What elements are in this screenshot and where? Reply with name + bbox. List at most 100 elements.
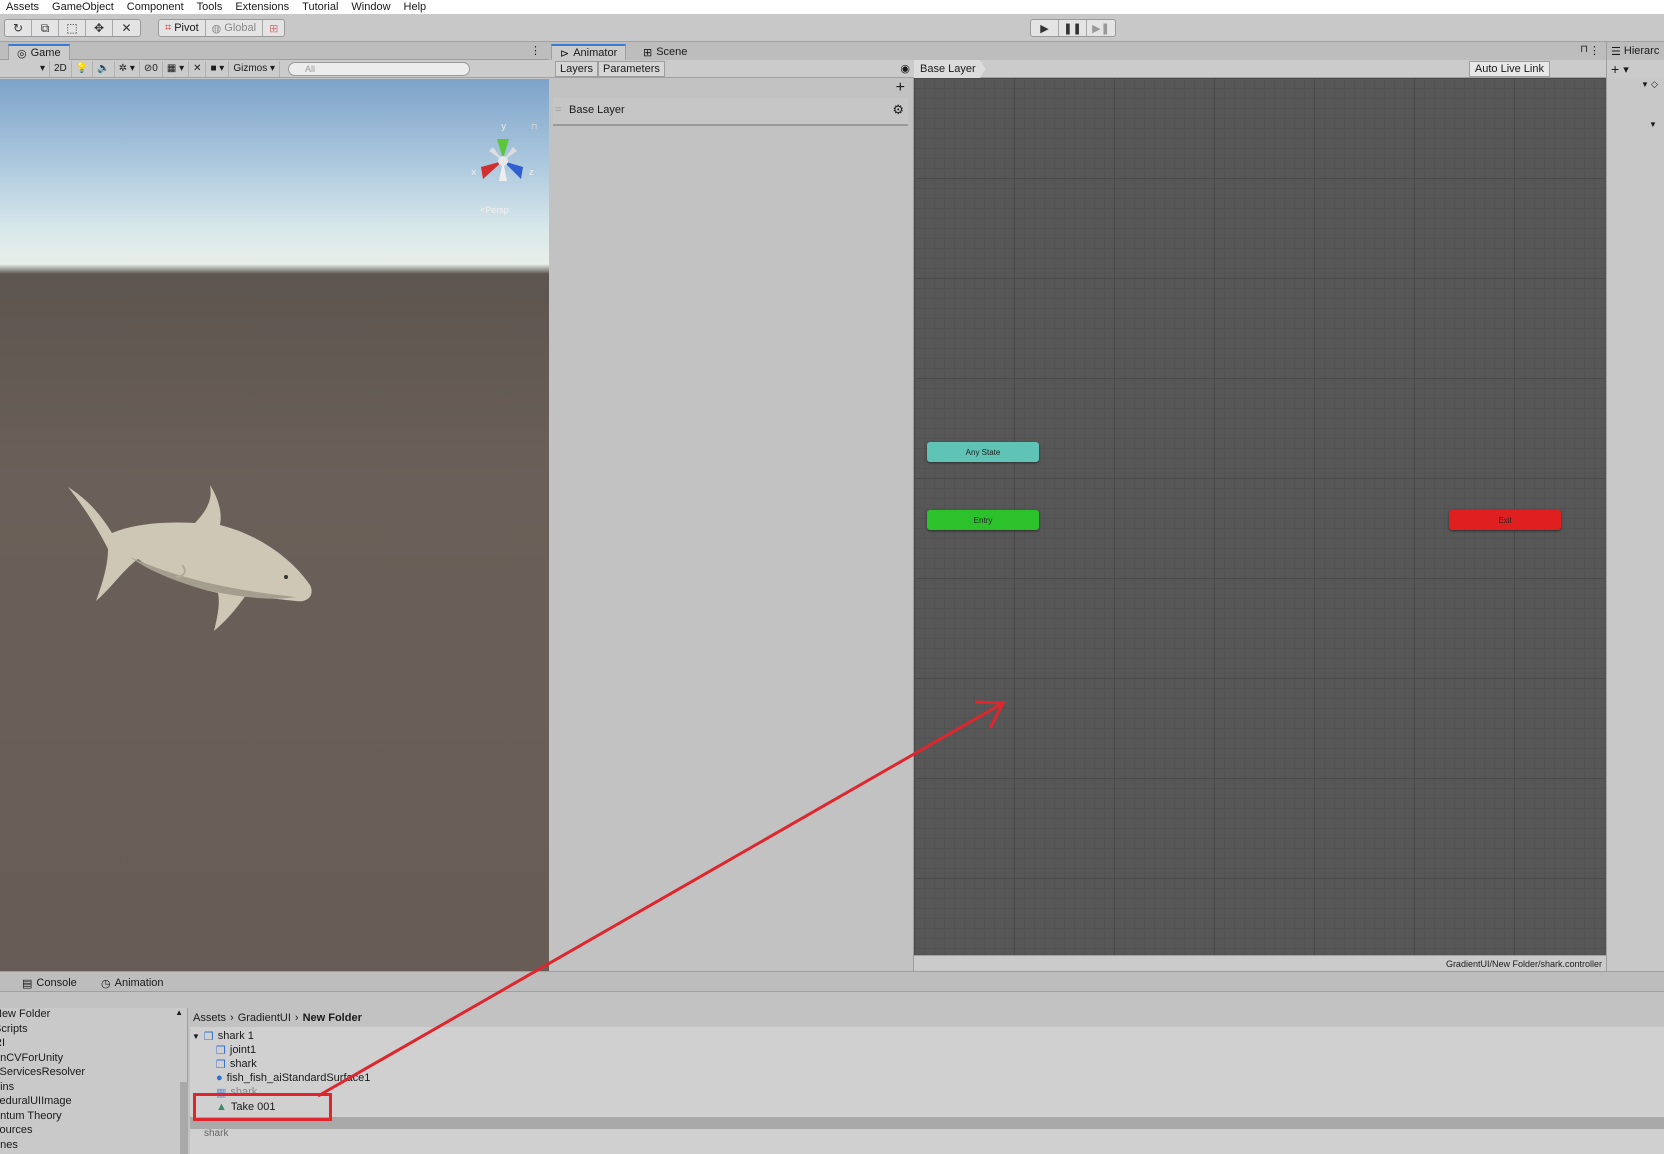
grid-snap-button[interactable]: ⊞ bbox=[263, 20, 284, 36]
tab-console[interactable]: ▤ Console bbox=[14, 975, 85, 991]
tools-toggle[interactable]: ✕ bbox=[189, 60, 207, 77]
tab-animation[interactable]: ◷ Animation bbox=[93, 975, 172, 991]
grid-icon: ▦ ▾ bbox=[166, 63, 185, 74]
expand-arrow-icon[interactable]: ▼ bbox=[1641, 80, 1649, 89]
scene-search-input[interactable]: All bbox=[288, 61, 471, 76]
transform-icon: ✥ bbox=[93, 21, 105, 35]
eye-icon[interactable]: ◉ bbox=[900, 62, 910, 75]
step-button[interactable]: ▶❚ bbox=[1087, 20, 1115, 36]
asset-shark-parent[interactable]: ▼ ❒ shark 1 bbox=[192, 1029, 254, 1043]
asset-joint[interactable]: ❒ joint1 bbox=[216, 1043, 256, 1057]
animator-panel: ⊳ Animator ⊞ Scene ⊓ ⋮ Layers Parameters… bbox=[549, 42, 1606, 971]
add-layer-button[interactable]: + bbox=[896, 79, 905, 97]
state-machine-graph[interactable]: Any State Entry Exit bbox=[914, 78, 1606, 955]
grid-toggle[interactable]: ▦ ▾ bbox=[163, 60, 190, 77]
asset-breadcrumb: Assets › GradientUI › New Folder bbox=[193, 1010, 362, 1026]
layer-row-base[interactable]: = Base Layer ⚙ bbox=[553, 98, 908, 126]
expand-arrow-icon[interactable]: ▼ bbox=[1649, 120, 1657, 129]
folder-item[interactable]: sources bbox=[0, 1124, 187, 1139]
tab-hierarchy[interactable]: ☰ Hierarc bbox=[1607, 42, 1664, 60]
audio-toggle[interactable]: 🔈 bbox=[93, 60, 115, 77]
breadcrumb[interactable]: Base Layer bbox=[914, 60, 986, 78]
layer-name: Base Layer bbox=[569, 104, 625, 116]
global-button[interactable]: ◍ Global bbox=[206, 20, 264, 36]
persp-label[interactable]: <Persp bbox=[480, 205, 509, 215]
drag-handle-icon[interactable]: = bbox=[555, 104, 561, 116]
toggle-2d-button[interactable]: 2D bbox=[50, 60, 72, 77]
panel-menu-icon[interactable]: ⋮ bbox=[1589, 44, 1600, 57]
playback-controls: ▶ ❚❚ ▶❚ bbox=[1030, 19, 1116, 37]
game-viewport[interactable]: y x z ⊓ <Persp bbox=[0, 79, 549, 971]
state-exit[interactable]: Exit bbox=[1449, 510, 1561, 530]
expand-arrow-icon[interactable]: ▼ bbox=[192, 1032, 200, 1041]
tab-layers[interactable]: Layers bbox=[555, 61, 599, 77]
folder-item[interactable]: New Folder bbox=[0, 1008, 187, 1023]
menu-window[interactable]: Window bbox=[351, 1, 390, 13]
breadcrumb-gradientui[interactable]: GradientUI bbox=[238, 1012, 291, 1024]
vertical-scrollbar[interactable] bbox=[180, 1082, 188, 1154]
folder-item[interactable]: gins bbox=[0, 1081, 187, 1096]
asset-shark[interactable]: ❒ shark bbox=[216, 1057, 257, 1071]
scroll-up-icon[interactable]: ▲ bbox=[175, 1008, 183, 1017]
asset-list: ▼ ❒ shark 1 ❒ joint1 ❒ shark ● fish_fish… bbox=[190, 1027, 1664, 1154]
game-tabstrip: ◎ Game ⋮ bbox=[0, 42, 549, 60]
pause-button[interactable]: ❚❚ bbox=[1059, 20, 1087, 36]
lock-icon[interactable]: ⊓ bbox=[1580, 44, 1588, 55]
folder-item[interactable]: yServicesResolver bbox=[0, 1066, 187, 1081]
state-entry[interactable]: Entry bbox=[927, 510, 1039, 530]
material-sphere-icon: ● bbox=[216, 1072, 223, 1084]
transform-tool-button[interactable]: ✥ bbox=[86, 20, 113, 36]
add-object-button[interactable]: + bbox=[1611, 61, 1619, 77]
rotate-tool-button[interactable]: ↻ bbox=[5, 20, 32, 36]
breadcrumb-new-folder[interactable]: New Folder bbox=[303, 1012, 362, 1024]
folder-item[interactable]: RI bbox=[0, 1037, 187, 1052]
lock-icon[interactable]: ⊓ bbox=[531, 122, 537, 131]
hierarchy-tree[interactable]: ▼ ◇ ▼ bbox=[1607, 78, 1664, 971]
auto-live-link-button[interactable]: Auto Live Link bbox=[1468, 61, 1550, 77]
tab-animator[interactable]: ⊳ Animator bbox=[551, 44, 627, 60]
breadcrumb-assets[interactable]: Assets bbox=[193, 1012, 226, 1024]
tab-game[interactable]: ◎ Game bbox=[8, 44, 70, 60]
menu-help[interactable]: Help bbox=[404, 1, 427, 13]
chevron-down-icon[interactable]: ▾ bbox=[1623, 63, 1629, 76]
orientation-gizmo[interactable]: y x z ⊓ bbox=[463, 121, 543, 201]
horizontal-scrollbar[interactable] bbox=[190, 1117, 1664, 1129]
menu-assets[interactable]: Assets bbox=[6, 1, 39, 13]
effects-toggle[interactable]: ✲ ▾ bbox=[115, 60, 140, 77]
menu-component[interactable]: Component bbox=[127, 1, 184, 13]
camera-dropdown[interactable]: ■ ▾ bbox=[206, 60, 230, 77]
tab-parameters[interactable]: Parameters bbox=[598, 61, 665, 77]
folder-item[interactable]: antum Theory bbox=[0, 1110, 187, 1125]
scene-icon: ◇ bbox=[1651, 79, 1658, 89]
chevron-down-icon: ▾ bbox=[39, 63, 45, 74]
menu-extensions[interactable]: Extensions bbox=[235, 1, 289, 13]
menu-gameobject[interactable]: GameObject bbox=[52, 1, 114, 13]
grid-snap-icon: ⊞ bbox=[269, 22, 279, 35]
menu-tools[interactable]: Tools bbox=[197, 1, 223, 13]
state-any-state[interactable]: Any State bbox=[927, 442, 1039, 462]
gamepad-icon: ◎ bbox=[17, 47, 27, 60]
play-button[interactable]: ▶ bbox=[1031, 20, 1059, 36]
pivot-button[interactable]: ⌗ Pivot bbox=[159, 20, 206, 36]
hidden-objects-toggle[interactable]: ⊘ 0 bbox=[140, 60, 163, 77]
tab-scene[interactable]: ⊞ Scene bbox=[635, 44, 695, 60]
menu-bar: Assets GameObject Component Tools Extens… bbox=[0, 0, 1664, 14]
animator-icon: ⊳ bbox=[560, 47, 570, 60]
scale-tool-button[interactable]: ⧉ bbox=[32, 20, 59, 36]
custom-tool-button[interactable]: ✕ bbox=[113, 20, 140, 36]
console-icon: ▤ bbox=[22, 977, 33, 990]
gizmos-dropdown[interactable]: Gizmos ▾ bbox=[229, 60, 281, 77]
shading-dropdown[interactable]: ▾ bbox=[0, 60, 50, 77]
light-bulb-icon: 💡 bbox=[75, 63, 89, 74]
lighting-toggle[interactable]: 💡 bbox=[72, 60, 94, 77]
scale-icon: ⧉ bbox=[40, 20, 50, 35]
folder-item[interactable]: enCVForUnity bbox=[0, 1052, 187, 1067]
menu-tutorial[interactable]: Tutorial bbox=[302, 1, 338, 13]
folder-item[interactable]: Scripts bbox=[0, 1023, 187, 1038]
asset-material[interactable]: ● fish_fish_aiStandardSurface1 bbox=[216, 1071, 370, 1085]
gear-icon[interactable]: ⚙ bbox=[892, 102, 904, 118]
folder-item[interactable]: ceduralUIImage bbox=[0, 1095, 187, 1110]
folder-item[interactable]: enes bbox=[0, 1139, 187, 1154]
rect-tool-button[interactable]: ⬚ bbox=[59, 20, 86, 36]
panel-menu-icon[interactable]: ⋮ bbox=[530, 44, 541, 57]
